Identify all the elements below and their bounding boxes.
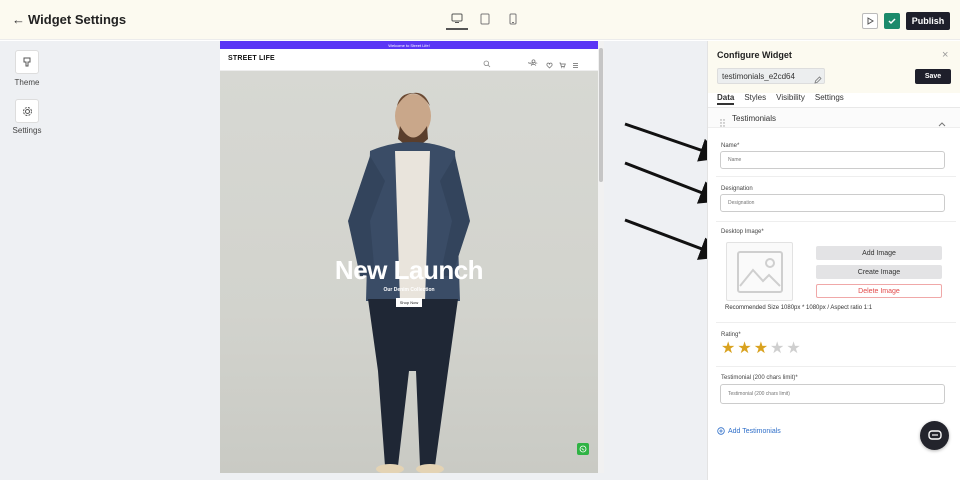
chevron-up-icon[interactable] (938, 114, 946, 132)
publish-button[interactable]: Publish (906, 12, 950, 30)
close-icon[interactable]: × (942, 49, 948, 61)
gear-icon (22, 106, 32, 116)
site-header: STREET LIFE Sign In (220, 49, 598, 71)
preview-play-button[interactable] (862, 13, 878, 29)
image-icon (736, 250, 783, 293)
hero-title: New Launch (334, 255, 484, 285)
settings-label: Settings (12, 126, 42, 135)
sign-in-link[interactable]: Sign In (528, 61, 537, 65)
theme-label: Theme (14, 78, 40, 87)
whatsapp-icon[interactable] (577, 443, 589, 455)
name-label: Name* (721, 143, 740, 149)
tablet-view-icon[interactable] (474, 8, 496, 30)
page-title: Widget Settings (28, 12, 127, 27)
panel-header (708, 41, 960, 93)
image-size-recommendation: Recommended Size 1080px * 1080px / Aspec… (725, 305, 873, 311)
divider (716, 366, 956, 367)
add-testimonials-link[interactable]: Add Testimonials (717, 427, 781, 435)
top-bar: ← Widget Settings Publish (0, 0, 960, 40)
tab-visibility[interactable]: Visibility (776, 93, 805, 105)
panel-title: Configure Widget (717, 50, 792, 60)
divider (716, 176, 956, 177)
plus-circle-icon (717, 427, 725, 435)
save-check-button[interactable] (884, 13, 900, 29)
back-arrow-icon[interactable]: ← (12, 12, 25, 27)
announcement-bar: Welcome to Street Life! (220, 41, 598, 49)
site-logo[interactable]: STREET LIFE (228, 55, 275, 62)
check-icon (888, 18, 896, 25)
add-testimonials-label: Add Testimonials (728, 427, 781, 435)
settings-button[interactable] (15, 99, 39, 123)
designation-input[interactable] (720, 194, 945, 212)
play-icon (867, 17, 874, 25)
delete-image-button[interactable]: Delete Image (816, 284, 942, 298)
testimonial-label: Testimonial (200 chars limit)* (721, 375, 798, 381)
desktop-view-icon[interactable] (446, 8, 468, 30)
theme-button[interactable] (15, 50, 39, 74)
hero-subtitle: Our Denim Collection (383, 287, 435, 293)
save-button[interactable]: Save (915, 69, 951, 84)
image-placeholder[interactable] (726, 242, 793, 301)
tab-settings[interactable]: Settings (815, 93, 844, 105)
panel-tabs: Data Styles Visibility Settings (717, 93, 844, 105)
name-input[interactable] (720, 151, 945, 169)
star-icon[interactable]: ★ (770, 341, 784, 357)
rating-label: Rating* (721, 332, 741, 338)
desktop-image-label: Desktop Image* (721, 229, 764, 235)
create-image-button[interactable]: Create Image (816, 265, 942, 279)
add-image-button[interactable]: Add Image (816, 246, 942, 260)
widget-id-field[interactable]: testimonials_e2cd64 (717, 68, 825, 84)
tab-data[interactable]: Data (717, 93, 735, 105)
configure-widget-panel: Configure Widget × testimonials_e2cd64 S… (707, 41, 960, 480)
preview-scroll-thumb[interactable] (599, 48, 603, 182)
divider (716, 221, 956, 222)
tab-styles[interactable]: Styles (744, 93, 766, 105)
site-preview: Welcome to Street Life! STREET LIFE Sign… (220, 41, 598, 473)
testimonial-input[interactable] (720, 384, 945, 404)
brush-icon (23, 57, 31, 66)
section-label: Testimonials (732, 114, 777, 123)
designation-label: Designation (721, 186, 753, 192)
drag-handle-icon[interactable] (720, 114, 725, 132)
star-icon[interactable]: ★ (737, 341, 751, 357)
chat-icon (927, 429, 942, 440)
chat-support-button[interactable] (920, 421, 949, 450)
star-icon[interactable]: ★ (786, 341, 800, 357)
mobile-view-icon[interactable] (502, 8, 524, 30)
shop-now-button[interactable]: Shop Now (396, 298, 422, 307)
rating-stars[interactable]: ★ ★ ★ ★ ★ (721, 341, 801, 357)
pencil-icon[interactable] (814, 71, 822, 89)
star-icon[interactable]: ★ (721, 341, 735, 357)
divider (716, 322, 956, 323)
star-icon[interactable]: ★ (754, 341, 768, 357)
